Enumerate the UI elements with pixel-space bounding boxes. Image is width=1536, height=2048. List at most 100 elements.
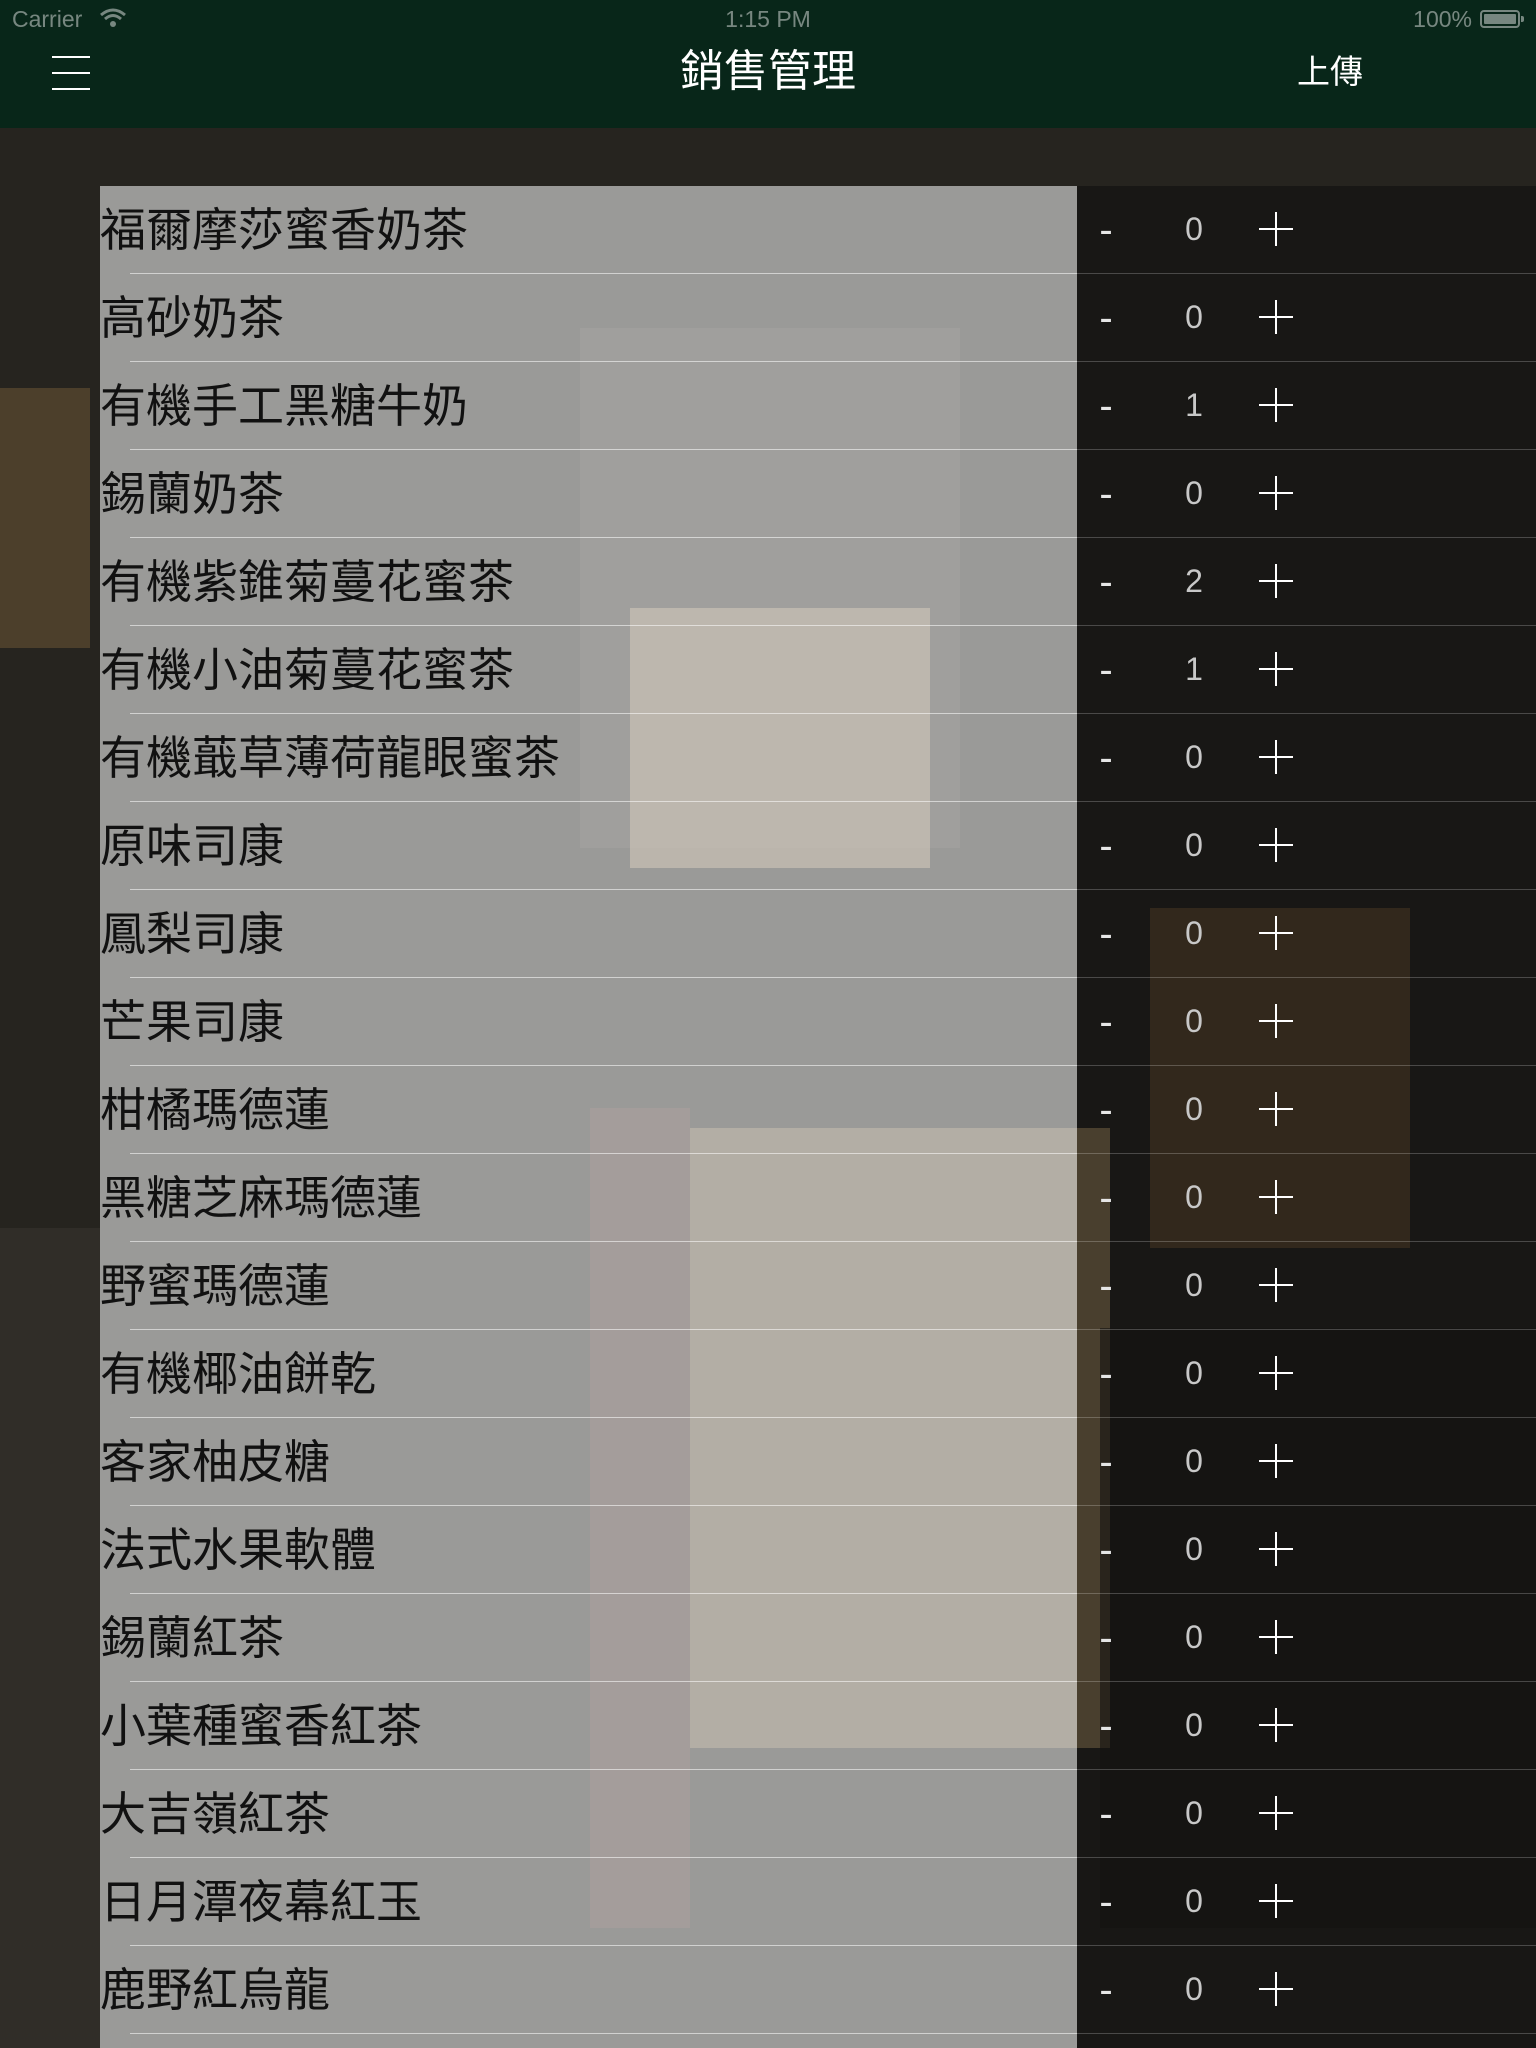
quantity-stepper: - 0: [1077, 1506, 1536, 1594]
decrement-button[interactable]: -: [1083, 1788, 1129, 1840]
product-name: 錫蘭奶茶: [100, 467, 284, 521]
product-name-cell: 法式水果軟體: [100, 1506, 1077, 1594]
quantity-value: 0: [1185, 915, 1203, 951]
plus-icon: [1259, 1884, 1293, 1918]
decrement-button[interactable]: -: [1083, 1700, 1129, 1752]
plus-icon: [1259, 1444, 1293, 1478]
product-row: 錫蘭奶茶 - 0: [100, 450, 1536, 538]
increment-button[interactable]: [1251, 1788, 1301, 1838]
product-name-cell: 有機手工黑糖牛奶: [100, 362, 1077, 450]
decrement-button[interactable]: -: [1083, 1876, 1129, 1928]
quantity-stepper: - 1: [1077, 626, 1536, 714]
product-name: 原味司康: [100, 819, 284, 873]
product-row: 芒果司康 - 0: [100, 978, 1536, 1066]
decrement-button[interactable]: -: [1083, 1524, 1129, 1576]
increment-button[interactable]: [1251, 996, 1301, 1046]
decrement-button[interactable]: -: [1083, 644, 1129, 696]
product-row: 有機手工黑糖牛奶 - 1: [100, 362, 1536, 450]
plus-icon: [1259, 1796, 1293, 1830]
decrement-button[interactable]: -: [1083, 732, 1129, 784]
quantity-stepper: - 0: [1077, 1594, 1536, 1682]
plus-icon: [1259, 828, 1293, 862]
increment-button[interactable]: [1251, 468, 1301, 518]
product-name-cell: [100, 2034, 1077, 2048]
quantity-stepper: - 0: [1077, 1682, 1536, 1770]
plus-icon: [1259, 1356, 1293, 1390]
quantity-value: 1: [1185, 651, 1203, 687]
product-name-cell: 客家柚皮糖: [100, 1418, 1077, 1506]
plus-icon: [1259, 1268, 1293, 1302]
quantity-stepper: - 0: [1077, 1066, 1536, 1154]
increment-button[interactable]: [1251, 820, 1301, 870]
battery-percent: 100%: [1413, 6, 1472, 32]
decrement-button[interactable]: -: [1083, 1084, 1129, 1136]
decrement-button[interactable]: -: [1083, 1436, 1129, 1488]
quantity-stepper: - 0: [1077, 1418, 1536, 1506]
plus-icon: [1259, 1620, 1293, 1654]
increment-button[interactable]: [1251, 1172, 1301, 1222]
quantity-value: 0: [1185, 1267, 1203, 1303]
increment-button[interactable]: [1251, 1700, 1301, 1750]
increment-button[interactable]: [1251, 380, 1301, 430]
increment-button[interactable]: [1251, 1084, 1301, 1134]
product-row: 錫蘭紅茶 - 0: [100, 1594, 1536, 1682]
decrement-button[interactable]: -: [1083, 1612, 1129, 1664]
quantity-stepper: - 0: [1077, 1770, 1536, 1858]
product-row: 高砂奶茶 - 0: [100, 274, 1536, 362]
product-row: 野蜜瑪德蓮 - 0: [100, 1242, 1536, 1330]
plus-icon: [1259, 916, 1293, 950]
top-bar: Carrier 1:15 PM 100% 銷售管理 上傳: [0, 0, 1536, 128]
quantity-stepper: - 0: [1077, 1330, 1536, 1418]
decrement-button[interactable]: -: [1083, 204, 1129, 256]
increment-button[interactable]: [1251, 292, 1301, 342]
quantity-stepper: - 0: [1077, 890, 1536, 978]
quantity-value: 0: [1185, 475, 1203, 511]
decrement-button[interactable]: -: [1083, 556, 1129, 608]
decrement-button[interactable]: -: [1083, 1964, 1129, 2016]
product-name: 野蜜瑪德蓮: [100, 1259, 330, 1313]
decrement-button[interactable]: -: [1083, 1172, 1129, 1224]
decrement-button[interactable]: -: [1083, 996, 1129, 1048]
increment-button[interactable]: [1251, 1964, 1301, 2014]
plus-icon: [1259, 388, 1293, 422]
decrement-button[interactable]: -: [1083, 292, 1129, 344]
increment-button[interactable]: [1251, 732, 1301, 782]
quantity-value: 0: [1185, 827, 1203, 863]
product-row: 柑橘瑪德蓮 - 0: [100, 1066, 1536, 1154]
increment-button[interactable]: [1251, 204, 1301, 254]
decrement-button[interactable]: -: [1083, 820, 1129, 872]
decrement-button[interactable]: -: [1083, 468, 1129, 520]
upload-button[interactable]: 上傳: [1280, 48, 1380, 96]
quantity-stepper: - 2: [1077, 538, 1536, 626]
product-name-cell: 有機小油菊蔓花蜜茶: [100, 626, 1077, 714]
increment-button[interactable]: [1251, 1436, 1301, 1486]
product-name-cell: 柑橘瑪德蓮: [100, 1066, 1077, 1154]
decrement-button[interactable]: -: [1083, 1348, 1129, 1400]
product-name-cell: 有機紫錐菊蔓花蜜茶: [100, 538, 1077, 626]
quantity-value: 1: [1185, 387, 1203, 423]
quantity-stepper: - 0: [1077, 450, 1536, 538]
quantity-value: 0: [1185, 1003, 1203, 1039]
quantity-value: 0: [1185, 211, 1203, 247]
product-name-cell: 小葉種蜜香紅茶: [100, 1682, 1077, 1770]
increment-button[interactable]: [1251, 556, 1301, 606]
increment-button[interactable]: [1251, 1260, 1301, 1310]
decrement-button[interactable]: -: [1083, 908, 1129, 960]
product-row: 有機蕺草薄荷龍眼蜜茶 - 0: [100, 714, 1536, 802]
product-name: 福爾摩莎蜜香奶茶: [100, 203, 468, 257]
increment-button[interactable]: [1251, 644, 1301, 694]
plus-icon: [1259, 476, 1293, 510]
product-name: 黑糖芝麻瑪德蓮: [100, 1171, 422, 1225]
decrement-button[interactable]: -: [1083, 1260, 1129, 1312]
quantity-value: 0: [1185, 1619, 1203, 1655]
decrement-button[interactable]: -: [1083, 380, 1129, 432]
increment-button[interactable]: [1251, 908, 1301, 958]
increment-button[interactable]: [1251, 1524, 1301, 1574]
increment-button[interactable]: [1251, 1612, 1301, 1662]
quantity-stepper: [1077, 2034, 1536, 2048]
quantity-stepper: - 1: [1077, 362, 1536, 450]
quantity-stepper: - 0: [1077, 186, 1536, 274]
status-bar: Carrier 1:15 PM 100%: [0, 0, 1536, 40]
increment-button[interactable]: [1251, 1348, 1301, 1398]
increment-button[interactable]: [1251, 1876, 1301, 1926]
